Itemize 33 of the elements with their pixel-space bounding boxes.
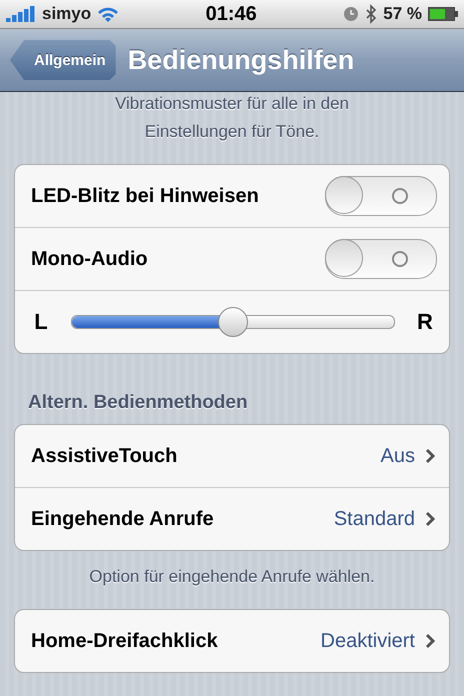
signal-icon [6, 6, 36, 22]
clock-time: 01:46 [206, 2, 257, 26]
setting-label: LED-Blitz bei Hinweisen [31, 184, 260, 208]
section-footer: Vibrationsmuster für alle in den Einstellungen für Töne. [14, 90, 450, 146]
slider-thumb[interactable] [218, 307, 248, 337]
settings-row[interactable]: Eingehende Anrufe Standard [15, 487, 449, 550]
settings-row[interactable]: Home-Dreifachklick Deaktiviert [15, 610, 449, 672]
toggle-switch[interactable] [325, 239, 437, 279]
setting-label: Mono-Audio [31, 248, 149, 270]
chevron-icon [425, 633, 435, 649]
right-label: R [416, 309, 434, 335]
balance-slider[interactable] [71, 307, 395, 337]
back-button[interactable]: Allgemein [10, 40, 116, 80]
setting-label: Home-Dreifachklick [31, 630, 219, 652]
setting-value: Deaktiviert [320, 630, 415, 652]
screen-title: Bedienungshilfen [128, 44, 354, 76]
battery-percent: 57 % [383, 4, 422, 24]
setting-label: Eingehende Anrufe [31, 508, 215, 530]
carrier-name: simyo [42, 4, 92, 24]
wifi-icon [97, 6, 120, 22]
settings-row[interactable]: AssistiveTouch Aus [15, 425, 449, 487]
setting-label: AssistiveTouch [31, 444, 178, 468]
section-header: Altern. Bedienmethoden [27, 391, 249, 414]
chevron-icon [425, 448, 435, 464]
left-label: L [33, 309, 49, 335]
toggle-switch[interactable] [325, 176, 437, 216]
battery-icon [428, 6, 458, 22]
alarm-icon [343, 6, 360, 22]
chevron-icon [425, 511, 435, 527]
section-footer: Option für eingehende Anrufe wählen. [14, 563, 450, 591]
bluetooth-icon [365, 4, 378, 24]
setting-value: Aus [380, 444, 415, 468]
setting-value: Standard [334, 508, 415, 530]
